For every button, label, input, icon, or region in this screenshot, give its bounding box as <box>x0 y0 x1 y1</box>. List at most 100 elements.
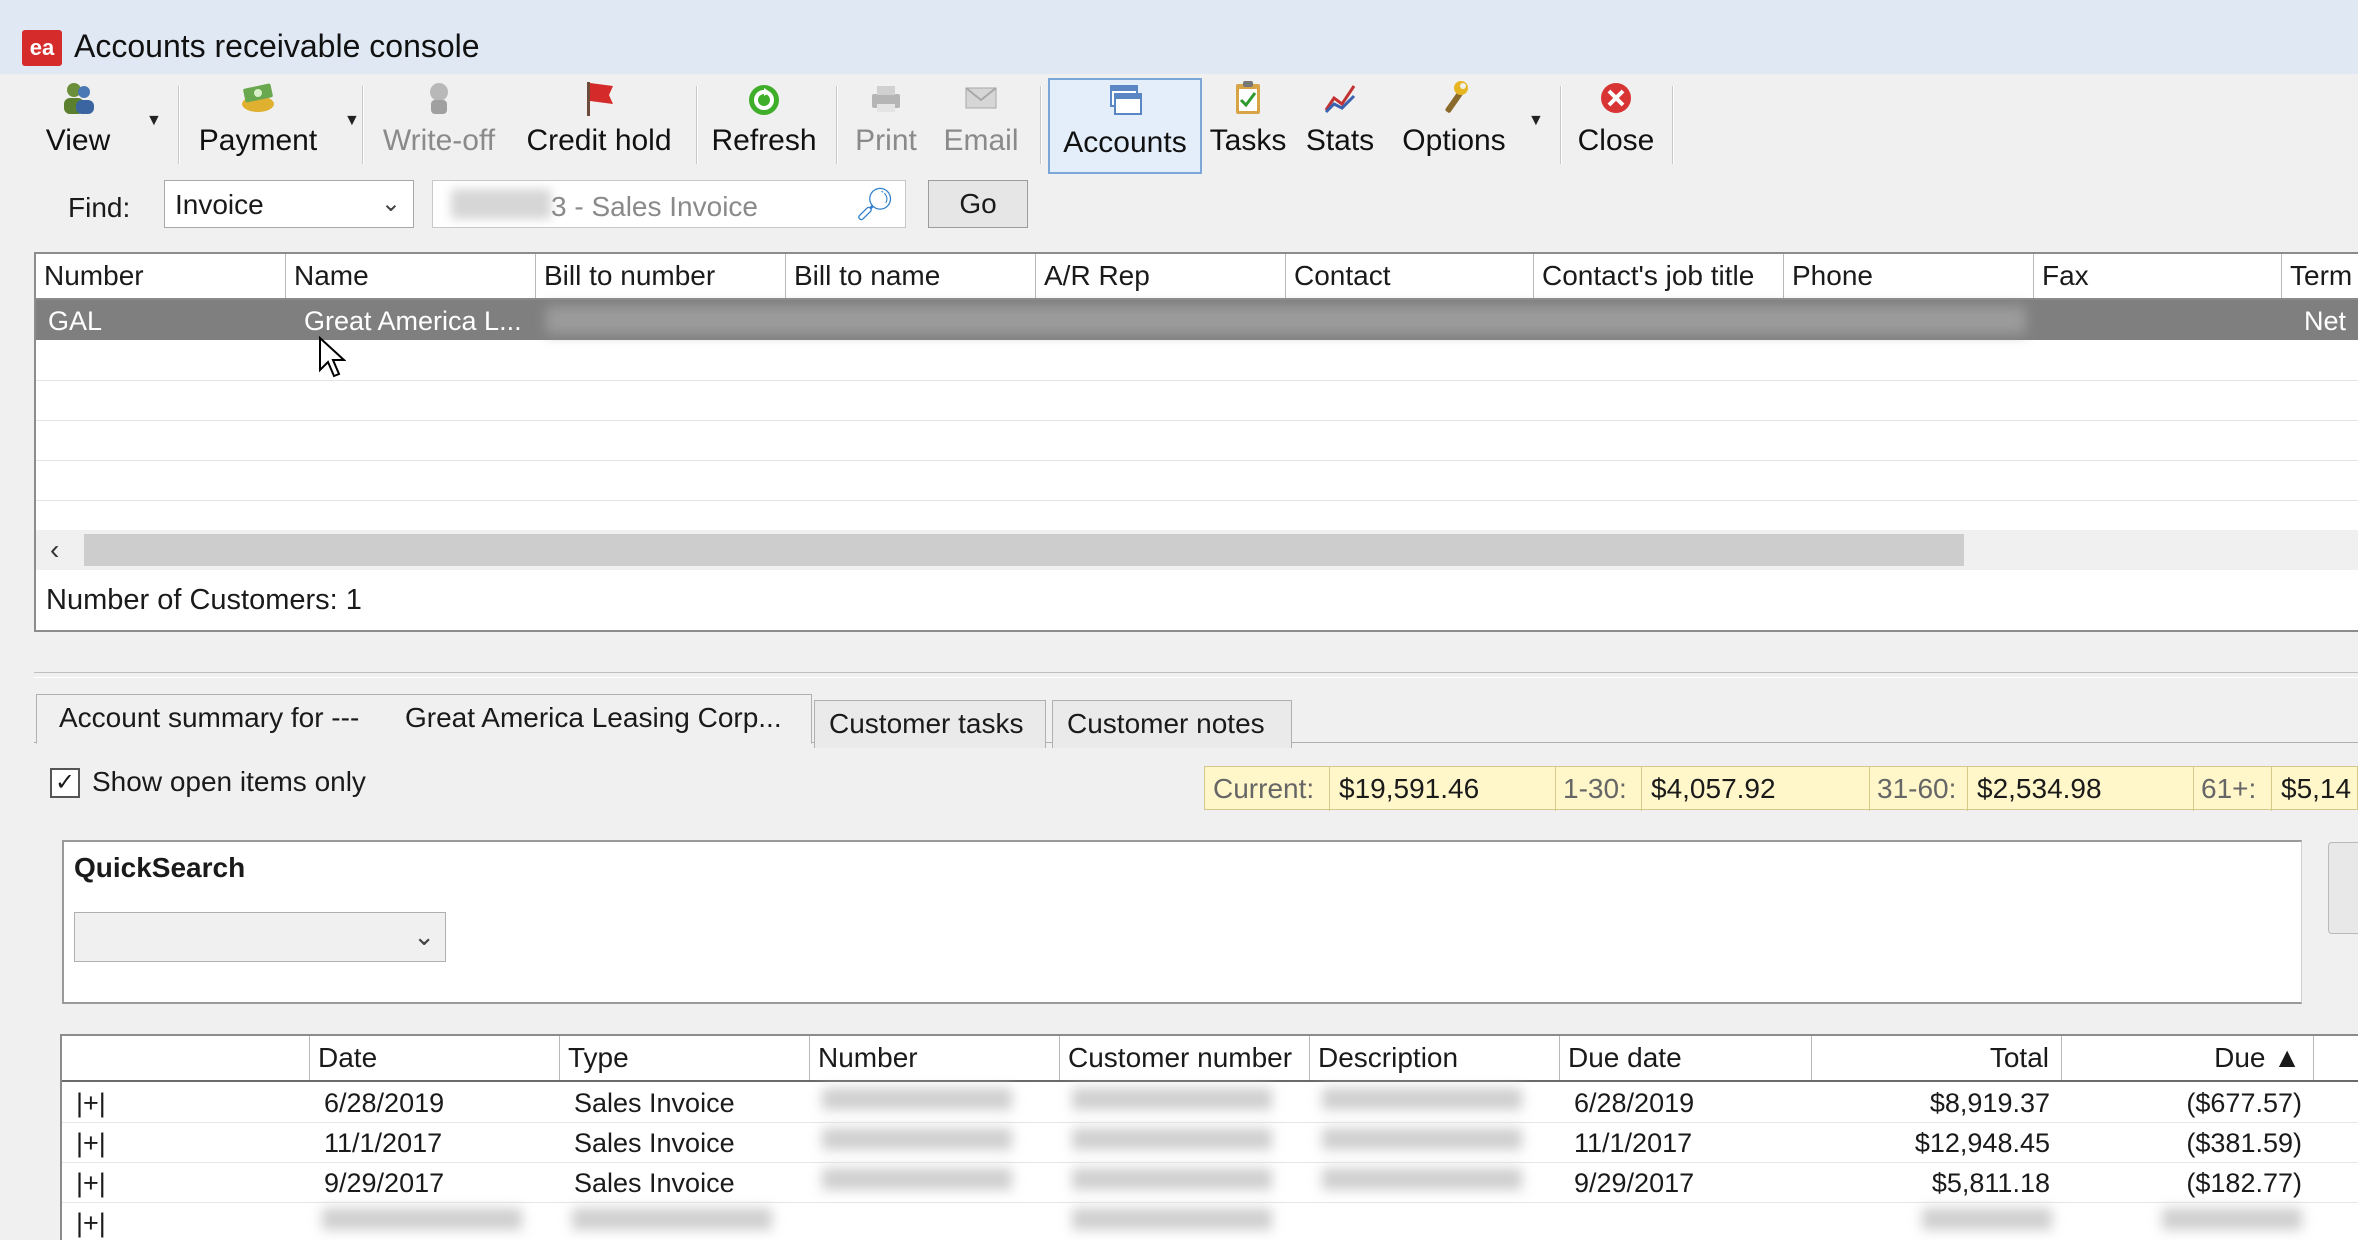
column-header-name[interactable]: Name <box>286 254 536 298</box>
stats-label: Stats <box>1305 124 1375 157</box>
column-header-phone[interactable]: Phone <box>1784 254 2034 298</box>
show-open-items-checkbox[interactable]: ✓ <box>50 768 80 798</box>
close-icon <box>1570 78 1662 122</box>
toolbar-separator <box>1040 86 1042 164</box>
redacted-text <box>1072 1208 1272 1230</box>
column-header-bill-to-name[interactable]: Bill to name <box>786 254 1036 298</box>
invoice-total: $12,948.45 <box>1914 1128 2050 1158</box>
options-button[interactable]: Options <box>1394 78 1514 170</box>
print-button[interactable]: Print <box>848 78 924 170</box>
horizontal-scrollbar[interactable]: ‹ <box>36 530 2358 570</box>
refresh-button[interactable]: Refresh <box>710 78 818 170</box>
redacted-text <box>1322 1128 1522 1150</box>
column-header-bill-to-number[interactable]: Bill to number <box>536 254 786 298</box>
scroll-left-arrow-icon[interactable]: ‹ <box>50 534 59 566</box>
tab-customer-notes[interactable]: Customer notes <box>1052 700 1292 748</box>
expand-row-icon[interactable]: |+| <box>76 1088 106 1119</box>
toolbar-separator <box>178 86 180 164</box>
red-flag-icon <box>522 78 676 122</box>
aging-separator <box>1869 767 1870 811</box>
view-label: View <box>45 124 111 157</box>
side-panel-button[interactable] <box>2328 842 2358 934</box>
write-off-button[interactable]: Write-off <box>376 78 502 170</box>
redacted-text <box>1922 1208 2052 1230</box>
grid-row-line <box>36 500 2358 501</box>
write-off-label: Write-off <box>382 124 496 157</box>
invoice-due-date: 6/28/2019 <box>1574 1088 1695 1118</box>
aging-61-plus-value: $5,14 <box>2281 773 2352 804</box>
customers-grid-header: Number Name Bill to number Bill to name … <box>36 254 2358 300</box>
customer-terms: Net <box>2304 306 2347 336</box>
invoice-row[interactable]: |+| 6/28/2019 Sales Invoice 6/28/2019 $8… <box>62 1082 2358 1123</box>
redacted-text <box>822 1168 1012 1190</box>
accounts-window-icon <box>1050 80 1200 124</box>
column-header-contact[interactable]: Contact <box>1286 254 1534 298</box>
splitter[interactable] <box>34 672 2358 678</box>
go-button[interactable]: Go <box>928 180 1028 228</box>
column-header-contact-job-title[interactable]: Contact's job title <box>1534 254 1784 298</box>
view-button[interactable]: View <box>36 78 120 170</box>
customer-count: Number of Customers: 1 <box>46 584 362 616</box>
refresh-icon <box>710 78 818 122</box>
scrollbar-thumb[interactable] <box>84 534 1964 566</box>
show-open-items-label[interactable]: Show open items only <box>92 766 366 798</box>
quicksearch-select[interactable]: ⌄ <box>74 912 446 962</box>
column-header-due[interactable]: Due ▲ <box>2062 1036 2314 1080</box>
credit-hold-label: Credit hold <box>526 124 672 157</box>
invoice-due: ($677.57) <box>2186 1088 2302 1118</box>
aging-separator <box>1641 767 1642 811</box>
invoices-grid: Date Type Number Customer number Descrip… <box>60 1034 2358 1240</box>
search-icon[interactable]: 🔎︎ <box>854 185 895 223</box>
expand-row-icon[interactable]: |+| <box>76 1128 106 1159</box>
invoice-row[interactable]: |+| <box>62 1202 2358 1240</box>
chevron-down-icon: ⌄ <box>413 921 435 951</box>
email-button[interactable]: Email <box>936 78 1026 170</box>
aging-1-30-label: 1-30: <box>1563 773 1627 804</box>
column-header-number[interactable]: Number <box>36 254 286 298</box>
accounts-button[interactable]: Accounts <box>1048 78 1202 174</box>
aging-current-value: $19,591.46 <box>1339 773 1480 804</box>
view-dropdown-arrow-icon[interactable]: ▼ <box>146 112 162 130</box>
redacted-text <box>822 1128 1012 1150</box>
stats-button[interactable]: Stats <box>1298 78 1382 170</box>
column-header-total[interactable]: Total <box>1812 1036 2062 1080</box>
column-header-number[interactable]: Number <box>810 1036 1060 1080</box>
options-dropdown-arrow-icon[interactable]: ▼ <box>1528 112 1544 130</box>
expand-row-icon[interactable]: |+| <box>76 1168 106 1199</box>
customer-row-selected[interactable]: GAL Great America L... Net <box>36 300 2358 340</box>
print-label: Print <box>855 124 917 157</box>
find-type-select[interactable]: Invoice ⌄ <box>164 180 414 228</box>
column-header-type[interactable]: Type <box>560 1036 810 1080</box>
column-header-terms[interactable]: Term <box>2282 254 2358 298</box>
column-header-customer-number[interactable]: Customer number <box>1060 1036 1310 1080</box>
printer-icon <box>848 78 924 122</box>
invoice-row[interactable]: |+| 11/1/2017 Sales Invoice 11/1/2017 $1… <box>62 1122 2358 1163</box>
column-header-fax[interactable]: Fax <box>2034 254 2282 298</box>
payment-dropdown-arrow-icon[interactable]: ▼ <box>344 112 360 130</box>
tasks-button[interactable]: Tasks <box>1206 78 1290 170</box>
payment-button[interactable]: Payment <box>196 78 320 170</box>
invoice-due: ($182.77) <box>2186 1168 2302 1198</box>
invoice-type: Sales Invoice <box>574 1088 735 1118</box>
credit-hold-button[interactable]: Credit hold <box>522 78 676 170</box>
payment-icon <box>196 78 320 122</box>
find-search-input[interactable]: 3 - Sales Invoice 🔎︎ <box>432 180 906 228</box>
expand-row-icon[interactable]: |+| <box>76 1208 106 1239</box>
aging-separator <box>1967 767 1968 811</box>
aging-separator <box>1329 767 1330 811</box>
invoice-total: $8,919.37 <box>1929 1088 2050 1118</box>
invoice-due-date: 11/1/2017 <box>1574 1128 1693 1158</box>
column-header-due-date[interactable]: Due date <box>1560 1036 1812 1080</box>
invoice-row[interactable]: |+| 9/29/2017 Sales Invoice 9/29/2017 $5… <box>62 1162 2358 1203</box>
column-header-date[interactable]: Date <box>310 1036 560 1080</box>
app-icon: ea <box>22 30 62 66</box>
tab-customer-tasks[interactable]: Customer tasks <box>814 700 1046 748</box>
column-header-description[interactable]: Description <box>1310 1036 1560 1080</box>
redacted-text <box>2162 1208 2302 1230</box>
tab-account-summary-label: Account summary for --- <box>59 702 360 733</box>
column-header-expander[interactable] <box>62 1036 310 1080</box>
tab-account-summary[interactable]: Account summary for --- Great America Le… <box>36 694 812 744</box>
close-button[interactable]: Close <box>1570 78 1662 170</box>
column-header-ar-rep[interactable]: A/R Rep <box>1036 254 1286 298</box>
toolbar-separator <box>836 86 838 164</box>
